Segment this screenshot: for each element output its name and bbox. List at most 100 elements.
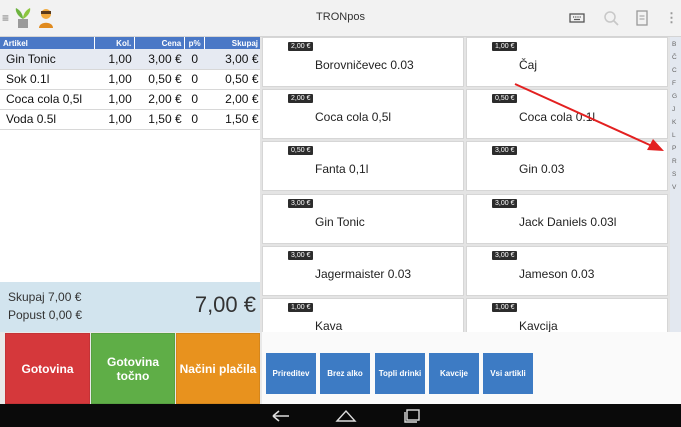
product-price: 3,00 € xyxy=(492,199,518,208)
product-tile[interactable]: 0,50 € Fanta 0,1l xyxy=(262,141,464,191)
order-item-price: 1,50 € xyxy=(134,109,185,130)
product-price: 3,00 € xyxy=(492,251,518,260)
order-table: Artikel Kol. Cena p% Skupaj Gin Tonic 1,… xyxy=(0,37,262,130)
category-kavcije-button[interactable]: Kavcije xyxy=(429,353,479,394)
category-vsi-artikli-button[interactable]: Vsi artikli xyxy=(483,353,533,394)
payment-methods-button[interactable]: Načini plačila xyxy=(176,333,260,404)
category-prireditev-button[interactable]: Prireditev xyxy=(266,353,316,394)
document-icon[interactable] xyxy=(633,9,651,27)
keyboard-icon[interactable] xyxy=(568,9,586,27)
order-item-price: 3,00 € xyxy=(134,49,185,70)
product-name: Coca cola 0,5l xyxy=(315,110,392,124)
home-icon[interactable] xyxy=(335,408,357,423)
product-tile[interactable]: 3,00 € Gin 0.03 xyxy=(466,141,668,191)
exact-cash-button[interactable]: Gotovina točno xyxy=(91,333,175,404)
grand-total: 7,00 € xyxy=(194,292,256,317)
alphabet-letter[interactable]: V xyxy=(672,184,676,191)
category-bar: Prireditev Brez alko Topli drinki Kavcij… xyxy=(262,332,681,404)
order-item-qty: 1,00 xyxy=(94,109,135,130)
order-item-total: 3,00 € xyxy=(204,49,262,70)
product-name: Coca cola 0.1l xyxy=(519,110,596,124)
alphabet-letter[interactable]: L xyxy=(672,132,676,139)
alphabet-letter[interactable]: B xyxy=(672,41,676,48)
product-grid: 2,00 € Borovničevec 0.03 1,00 € Čaj 2,00… xyxy=(260,37,670,332)
product-price: 0,50 € xyxy=(288,146,314,155)
order-item-discount: 0 xyxy=(184,109,205,130)
order-row[interactable]: Sok 0.1l 1,00 0,50 € 0 0,50 € xyxy=(0,69,262,90)
alphabet-letter[interactable]: R xyxy=(672,158,677,165)
search-icon[interactable] xyxy=(602,9,620,27)
product-name: Borovničevec 0.03 xyxy=(315,58,414,72)
order-header-row: Artikel Kol. Cena p% Skupaj xyxy=(0,37,262,49)
order-item-total: 1,50 € xyxy=(204,109,262,130)
order-item-name: Sok 0.1l xyxy=(0,69,95,90)
product-tile[interactable]: 3,00 € Jagermaister 0.03 xyxy=(262,246,464,296)
product-name: Jameson 0.03 xyxy=(519,267,595,281)
product-name: Jagermaister 0.03 xyxy=(315,267,412,281)
order-item-name: Gin Tonic xyxy=(0,49,95,70)
product-price: 3,00 € xyxy=(492,146,518,155)
product-tile[interactable]: 3,00 € Jameson 0.03 xyxy=(466,246,668,296)
order-panel: Artikel Kol. Cena p% Skupaj Gin Tonic 1,… xyxy=(0,37,262,282)
column-header-kol: Kol. xyxy=(94,37,136,49)
order-item-total: 0,50 € xyxy=(204,69,262,90)
product-name: Čaj xyxy=(519,58,538,72)
alphabet-letter[interactable]: Č xyxy=(672,54,677,61)
column-header-cena: Cena xyxy=(134,37,186,49)
alphabet-letter[interactable]: S xyxy=(672,171,676,178)
alphabet-letter[interactable]: K xyxy=(672,119,676,126)
order-item-name: Voda 0.5l xyxy=(0,109,95,130)
product-name: Gin 0.03 xyxy=(519,162,565,176)
product-tile[interactable]: 3,00 € Gin Tonic xyxy=(262,194,464,244)
alphabet-letter[interactable]: F xyxy=(672,80,676,87)
alphabet-letter[interactable]: G xyxy=(672,93,677,100)
product-price: 3,00 € xyxy=(288,199,314,208)
product-price: 1,00 € xyxy=(492,303,518,312)
overflow-menu-icon[interactable]: ⋮ xyxy=(665,10,678,26)
recents-icon[interactable] xyxy=(402,408,422,423)
system-nav-bar xyxy=(0,404,681,427)
totals-panel: Skupaj 7,00 € Popust 0,00 € 7,00 € xyxy=(0,282,262,332)
product-tile[interactable]: 1,00 € Kava xyxy=(262,298,464,332)
product-price: 3,00 € xyxy=(288,251,314,260)
product-price: 2,00 € xyxy=(288,42,314,51)
order-item-discount: 0 xyxy=(184,49,205,70)
alphabet-letter[interactable]: J xyxy=(672,106,675,113)
product-tile[interactable]: 0,50 € Coca cola 0.1l xyxy=(466,89,668,139)
order-item-discount: 0 xyxy=(184,89,205,110)
order-row[interactable]: Voda 0.5l 1,00 1,50 € 0 1,50 € xyxy=(0,109,262,130)
cash-button[interactable]: Gotovina xyxy=(5,333,90,404)
column-header-skupaj: Skupaj xyxy=(204,37,262,49)
order-item-qty: 1,00 xyxy=(94,89,135,110)
category-topli-drinki-button[interactable]: Topli drinki xyxy=(375,353,425,394)
product-tile[interactable]: 1,00 € Kavcija xyxy=(466,298,668,332)
back-icon[interactable] xyxy=(270,409,292,423)
discount-label: Popust 0,00 € xyxy=(8,308,83,322)
order-item-name: Coca cola 0,5l xyxy=(0,89,95,110)
product-price: 1,00 € xyxy=(492,42,518,51)
order-row[interactable]: Gin Tonic 1,00 3,00 € 0 3,00 € xyxy=(0,49,262,70)
product-name: Fanta 0,1l xyxy=(315,162,369,176)
product-price: 0,50 € xyxy=(492,94,518,103)
order-row[interactable]: Coca cola 0,5l 1,00 2,00 € 0 2,00 € xyxy=(0,89,262,110)
product-name: Jack Daniels 0.03l xyxy=(519,215,617,229)
product-price: 2,00 € xyxy=(288,94,314,103)
product-tile[interactable]: 2,00 € Coca cola 0,5l xyxy=(262,89,464,139)
product-tile[interactable]: 1,00 € Čaj xyxy=(466,37,668,87)
alphabet-letter[interactable]: P xyxy=(672,145,676,152)
product-name: Gin Tonic xyxy=(315,215,365,229)
column-header-artikel: Artikel xyxy=(0,37,96,49)
top-bar: ≡ TRONpos ⋮ xyxy=(0,0,681,37)
order-item-qty: 1,00 xyxy=(94,69,135,90)
product-price: 1,00 € xyxy=(288,303,314,312)
order-item-price: 2,00 € xyxy=(134,89,185,110)
product-name: Kavcija xyxy=(519,319,558,332)
column-header-discount: p% xyxy=(184,37,206,49)
product-tile[interactable]: 3,00 € Jack Daniels 0.03l xyxy=(466,194,668,244)
subtotal-label: Skupaj 7,00 € xyxy=(8,290,82,304)
category-brez-alko-button[interactable]: Brez alko xyxy=(320,353,370,394)
alphabet-letter[interactable]: C xyxy=(672,67,677,74)
alphabet-index: B Č C F G J K L P R S V xyxy=(670,37,681,332)
order-item-price: 0,50 € xyxy=(134,69,185,90)
product-tile[interactable]: 2,00 € Borovničevec 0.03 xyxy=(262,37,464,87)
